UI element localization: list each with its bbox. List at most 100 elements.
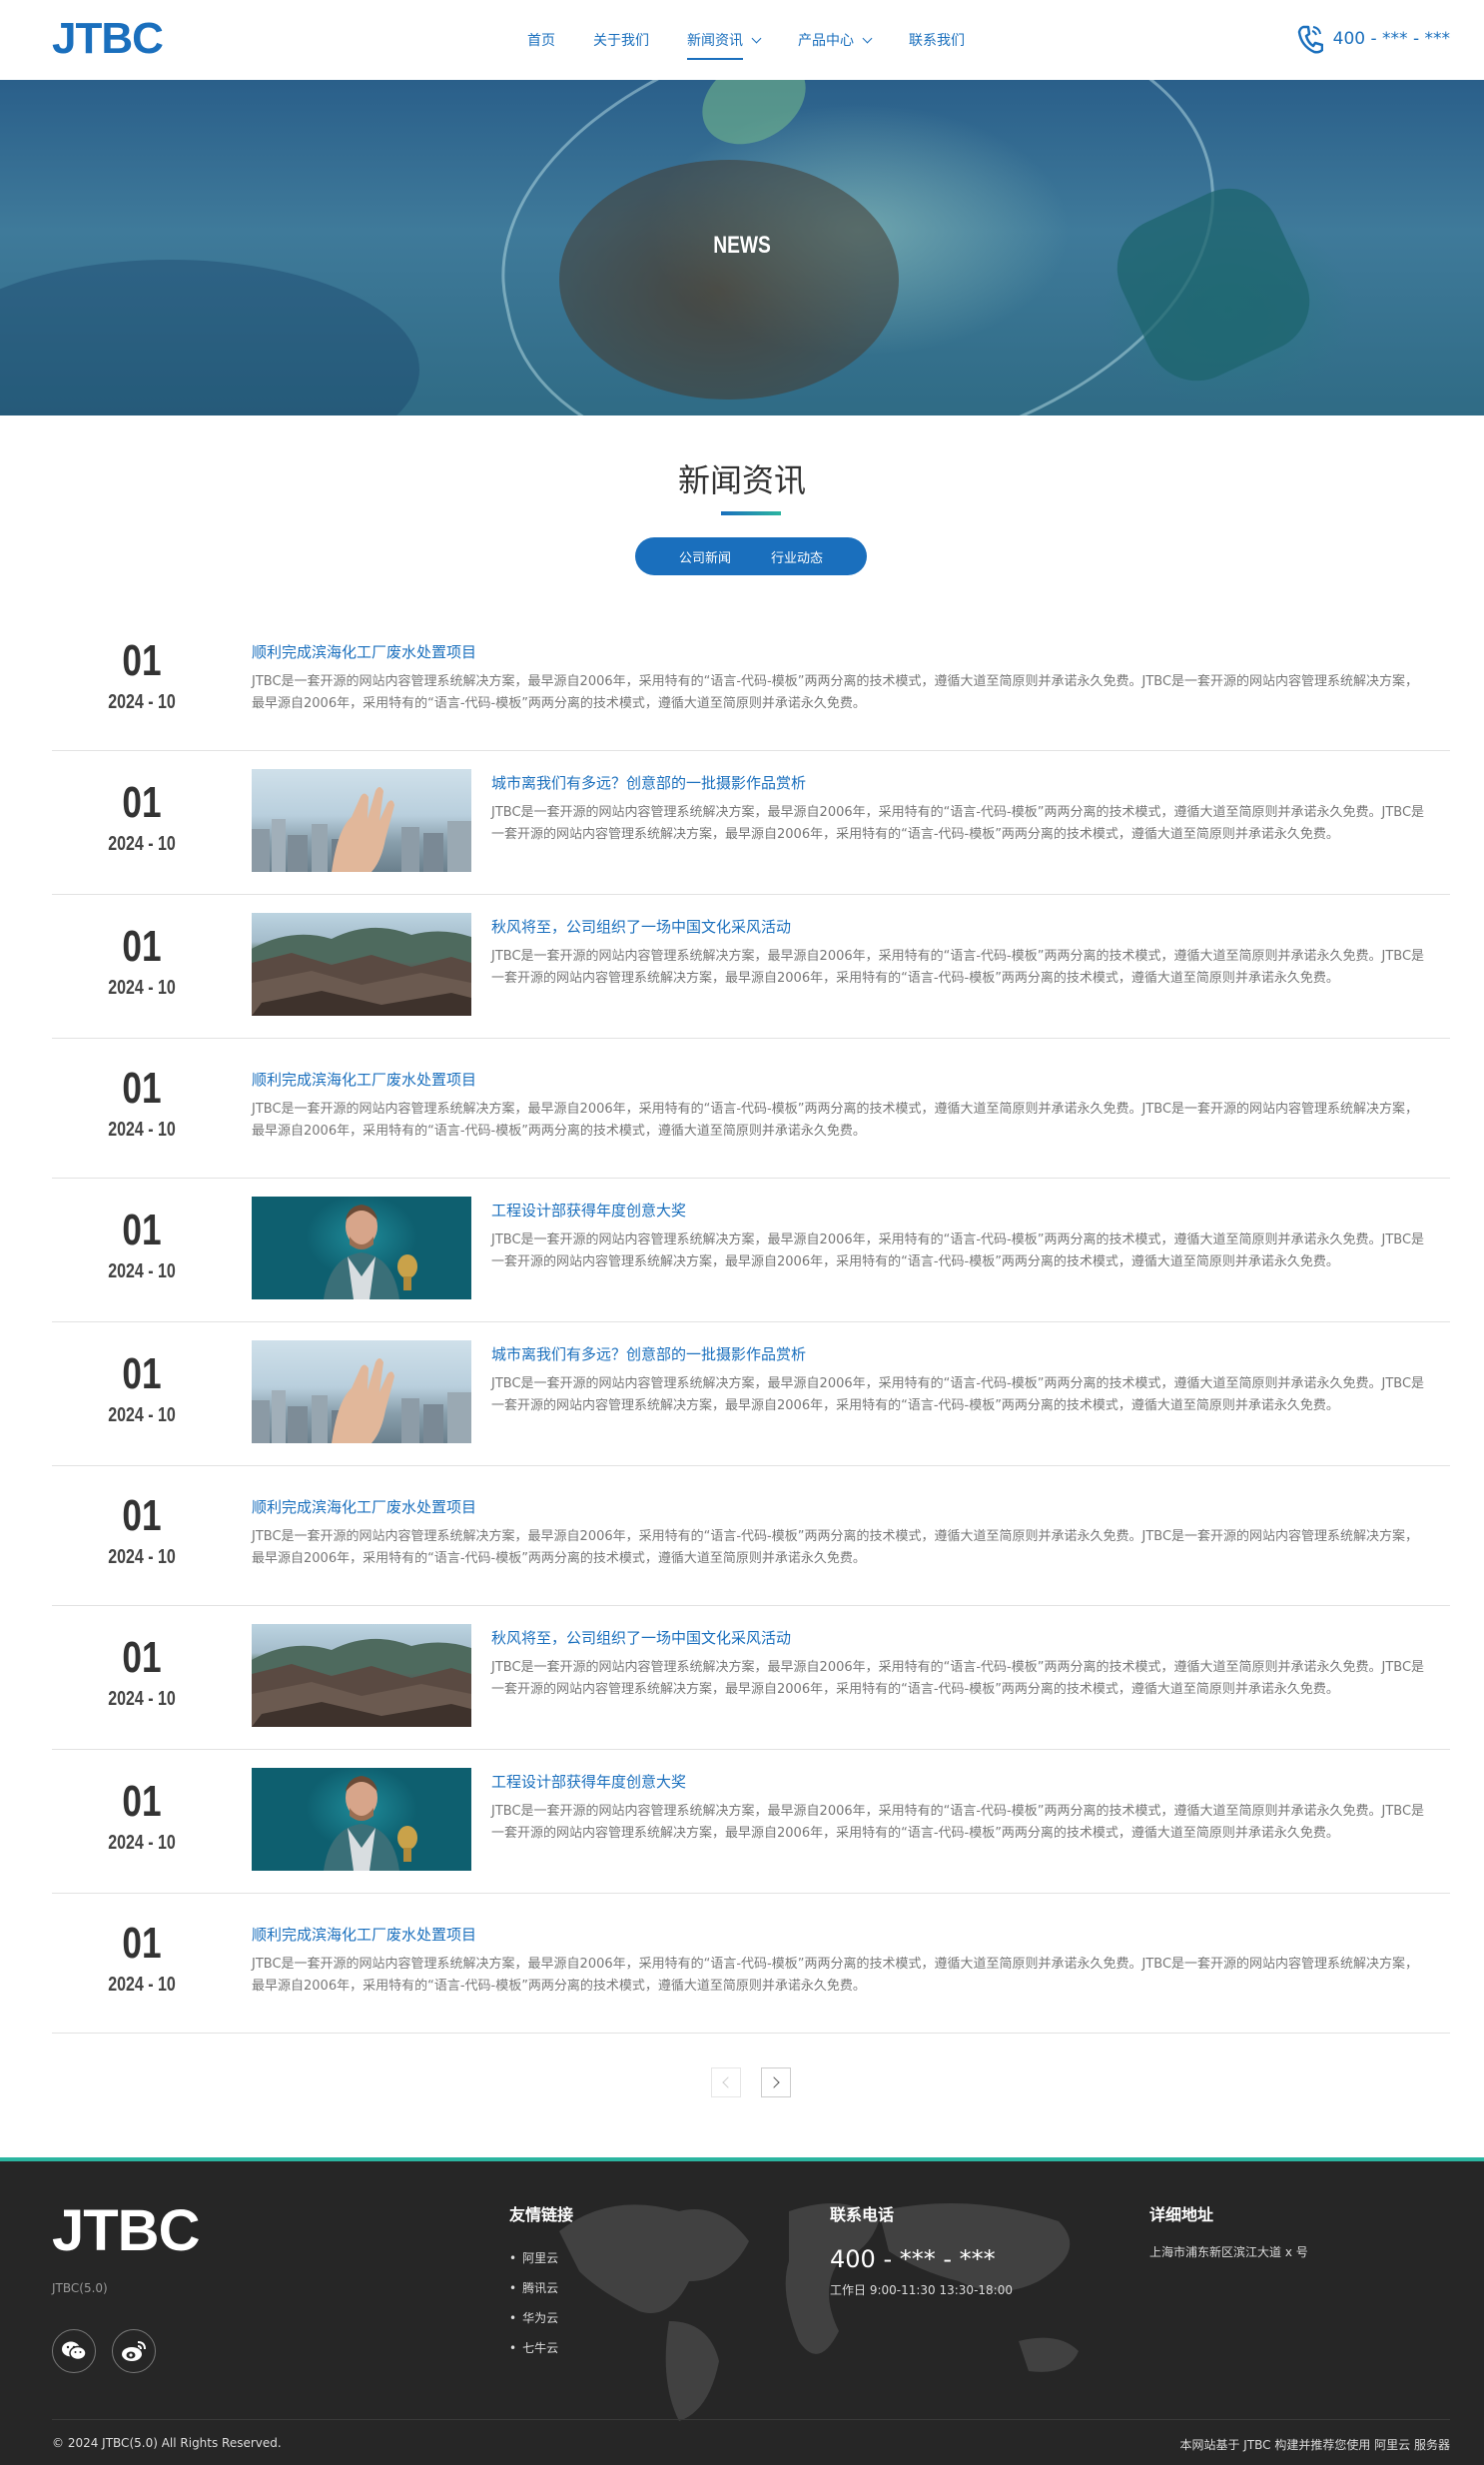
news-content: 顺利完成滨海化工厂废水处置项目 JTBC是一套开源的网站内容管理系统解决方案，最早… bbox=[252, 1069, 1420, 1143]
news-date: 01 2024 - 10 bbox=[52, 1634, 232, 1711]
site-logo[interactable]: JTBC bbox=[52, 14, 164, 64]
news-thumbnail[interactable] bbox=[252, 769, 471, 872]
news-title-link[interactable]: 城市离我们有多远？创意部的一批摄影作品赏析 bbox=[491, 772, 1430, 794]
footer-link[interactable]: 华为云 bbox=[509, 2303, 573, 2333]
news-date: 01 2024 - 10 bbox=[52, 1778, 232, 1855]
news-day: 01 bbox=[122, 1064, 162, 1113]
news-content: 顺利完成滨海化工厂废水处置项目 JTBC是一套开源的网站内容管理系统解决方案，最早… bbox=[252, 1924, 1420, 1998]
chevron-right-icon bbox=[768, 2076, 780, 2088]
copyright-text: © 2024 JTBC(5.0) All Rights Reserved. bbox=[52, 2436, 282, 2450]
social-links bbox=[52, 2329, 172, 2373]
chevron-left-icon bbox=[722, 2076, 734, 2088]
banner-title: NEWS bbox=[713, 232, 771, 259]
news-day: 01 bbox=[122, 778, 162, 827]
news-year-month: 2024 - 10 bbox=[108, 691, 176, 713]
footer-links-title: 友情链接 bbox=[509, 2205, 574, 2224]
news-day: 01 bbox=[122, 1349, 162, 1398]
prev-page-button[interactable] bbox=[711, 2067, 741, 2097]
news-year-month: 2024 - 10 bbox=[108, 1832, 176, 1854]
news-item[interactable]: 01 2024 - 10 工程设计部获得年度创意大奖 JTBC是一套开源的网站内容管理… bbox=[52, 1179, 1450, 1322]
tab-industry-news[interactable]: 行业动态 bbox=[771, 547, 823, 566]
pagination bbox=[711, 2067, 811, 2097]
nav-item-products[interactable]: 产品中心 bbox=[798, 0, 873, 80]
news-item[interactable]: 01 2024 - 10 工程设计部获得年度创意大奖 JTBC是一套开源的网站内容管理… bbox=[52, 1750, 1450, 1894]
news-title-link[interactable]: 顺利完成滨海化工厂废水处置项目 bbox=[252, 641, 1420, 663]
news-thumbnail[interactable] bbox=[252, 913, 471, 1016]
news-thumbnail[interactable] bbox=[252, 1768, 471, 1871]
nav-label: 产品中心 bbox=[798, 33, 854, 49]
nav-item-about[interactable]: 关于我们 bbox=[593, 0, 649, 80]
footer-address: 详细地址 上海市浦东新区滨江大道 x 号 bbox=[1149, 2201, 1308, 2260]
nav-label: 首页 bbox=[527, 33, 555, 49]
nav-item-home[interactable]: 首页 bbox=[527, 0, 555, 80]
wechat-icon bbox=[62, 2341, 87, 2361]
news-thumbnail[interactable] bbox=[252, 1197, 471, 1299]
news-item[interactable]: 01 2024 - 10 秋风将至，公司组织了一场中国文化采风活动 JTBC是一套开源… bbox=[52, 1606, 1450, 1750]
news-content: 秋风将至，公司组织了一场中国文化采风活动 JTBC是一套开源的网站内容管理系统解决… bbox=[491, 1627, 1430, 1701]
news-year-month: 2024 - 10 bbox=[108, 1688, 176, 1710]
news-year-month: 2024 - 10 bbox=[108, 1260, 176, 1282]
footer-logo[interactable]: JTBC bbox=[52, 2199, 200, 2263]
news-item[interactable]: 01 2024 - 10 城市离我们有多远？创意部的一批摄影作品赏析 JTBC是一套开… bbox=[52, 1322, 1450, 1466]
news-date: 01 2024 - 10 bbox=[52, 1207, 232, 1283]
main-nav: 首页 关于我们 新闻资讯 产品中心 联系我们 bbox=[527, 0, 1003, 80]
news-item[interactable]: 01 2024 - 10 城市离我们有多远？创意部的一批摄影作品赏析 JTBC是一套开… bbox=[52, 751, 1450, 895]
news-item[interactable]: 01 2024 - 10 顺利完成滨海化工厂废水处置项目 JTBC是一套开源的网站内容… bbox=[52, 1466, 1450, 1606]
news-item[interactable]: 01 2024 - 10 秋风将至，公司组织了一场中国文化采风活动 JTBC是一套开源… bbox=[52, 895, 1450, 1039]
powered-by-text[interactable]: 本网站基于 JTBC 构建并推荐您使用 阿里云 服务器 bbox=[1179, 2436, 1450, 2453]
news-day: 01 bbox=[122, 1206, 162, 1254]
wechat-button[interactable] bbox=[52, 2329, 96, 2373]
news-summary: JTBC是一套开源的网站内容管理系统解决方案，最早源自2006年，采用特有的“语… bbox=[491, 1660, 1425, 1697]
footer-link[interactable]: 腾讯云 bbox=[509, 2273, 573, 2303]
nav-item-contact[interactable]: 联系我们 bbox=[909, 0, 965, 80]
footer-link[interactable]: 七牛云 bbox=[509, 2333, 573, 2363]
next-page-button[interactable] bbox=[761, 2067, 791, 2097]
weibo-icon bbox=[122, 2341, 146, 2361]
news-summary: JTBC是一套开源的网站内容管理系统解决方案，最早源自2006年，采用特有的“语… bbox=[252, 1957, 1419, 1994]
news-item[interactable]: 01 2024 - 10 顺利完成滨海化工厂废水处置项目 JTBC是一套开源的网站内容… bbox=[52, 1039, 1450, 1179]
tab-company-news[interactable]: 公司新闻 bbox=[679, 547, 731, 566]
news-date: 01 2024 - 10 bbox=[52, 637, 232, 714]
header-phone: 400 - *** - *** bbox=[1297, 24, 1450, 54]
nav-label: 关于我们 bbox=[593, 33, 649, 49]
news-content: 工程设计部获得年度创意大奖 JTBC是一套开源的网站内容管理系统解决方案，最早源自… bbox=[491, 1771, 1430, 1845]
news-day: 01 bbox=[122, 1919, 162, 1968]
news-title-link[interactable]: 城市离我们有多远？创意部的一批摄影作品赏析 bbox=[491, 1343, 1430, 1365]
footer-link[interactable]: 阿里云 bbox=[509, 2243, 573, 2273]
news-summary: JTBC是一套开源的网站内容管理系统解决方案，最早源自2006年，采用特有的“语… bbox=[252, 1102, 1419, 1139]
news-title-link[interactable]: 顺利完成滨海化工厂废水处置项目 bbox=[252, 1924, 1420, 1946]
news-thumbnail[interactable] bbox=[252, 1624, 471, 1727]
news-year-month: 2024 - 10 bbox=[108, 1974, 176, 1996]
nav-item-news[interactable]: 新闻资讯 bbox=[687, 0, 762, 80]
news-content: 工程设计部获得年度创意大奖 JTBC是一套开源的网站内容管理系统解决方案，最早源自… bbox=[491, 1200, 1430, 1273]
news-item[interactable]: 01 2024 - 10 顺利完成滨海化工厂废水处置项目 JTBC是一套开源的网站内容… bbox=[52, 611, 1450, 751]
news-content: 顺利完成滨海化工厂废水处置项目 JTBC是一套开源的网站内容管理系统解决方案，最早… bbox=[252, 641, 1420, 715]
chevron-down-icon bbox=[751, 33, 762, 43]
news-year-month: 2024 - 10 bbox=[108, 1404, 176, 1426]
news-summary: JTBC是一套开源的网站内容管理系统解决方案，最早源自2006年，采用特有的“语… bbox=[491, 1232, 1425, 1269]
weibo-button[interactable] bbox=[112, 2329, 156, 2373]
news-item[interactable]: 01 2024 - 10 顺利完成滨海化工厂废水处置项目 JTBC是一套开源的网站内容… bbox=[52, 1894, 1450, 2034]
footer-hours: 工作日 9:00-11:30 13:30-18:00 bbox=[830, 2283, 1013, 2297]
news-content: 秋风将至，公司组织了一场中国文化采风活动 JTBC是一套开源的网站内容管理系统解决… bbox=[491, 916, 1430, 990]
world-map-background bbox=[559, 2203, 1079, 2421]
news-title-link[interactable]: 工程设计部获得年度创意大奖 bbox=[491, 1771, 1430, 1793]
footer-address-text: 上海市浦东新区滨江大道 x 号 bbox=[1149, 2245, 1308, 2259]
news-day: 01 bbox=[122, 1777, 162, 1826]
news-summary: JTBC是一套开源的网站内容管理系统解决方案，最早源自2006年，采用特有的“语… bbox=[252, 674, 1419, 711]
footer-contact-title: 联系电话 bbox=[830, 2205, 895, 2224]
nav-label: 新闻资讯 bbox=[687, 33, 743, 49]
news-title-link[interactable]: 秋风将至，公司组织了一场中国文化采风活动 bbox=[491, 916, 1430, 938]
news-title-link[interactable]: 顺利完成滨海化工厂废水处置项目 bbox=[252, 1496, 1420, 1518]
footer-contact: 联系电话 400 - *** - *** 工作日 9:00-11:30 13:3… bbox=[830, 2201, 1013, 2298]
site-header: JTBC 首页 关于我们 新闻资讯 产品中心 联系我们 400 - *** - … bbox=[0, 0, 1484, 80]
news-title-link[interactable]: 秋风将至，公司组织了一场中国文化采风活动 bbox=[491, 1627, 1430, 1649]
news-summary: JTBC是一套开源的网站内容管理系统解决方案，最早源自2006年，采用特有的“语… bbox=[491, 805, 1425, 842]
news-title-link[interactable]: 顺利完成滨海化工厂废水处置项目 bbox=[252, 1069, 1420, 1091]
news-thumbnail[interactable] bbox=[252, 1340, 471, 1443]
title-underline bbox=[721, 511, 781, 515]
news-date: 01 2024 - 10 bbox=[52, 923, 232, 1000]
news-year-month: 2024 - 10 bbox=[108, 1546, 176, 1568]
footer-bottom-bar: © 2024 JTBC(5.0) All Rights Reserved. 本网… bbox=[52, 2419, 1450, 2453]
news-title-link[interactable]: 工程设计部获得年度创意大奖 bbox=[491, 1200, 1430, 1222]
